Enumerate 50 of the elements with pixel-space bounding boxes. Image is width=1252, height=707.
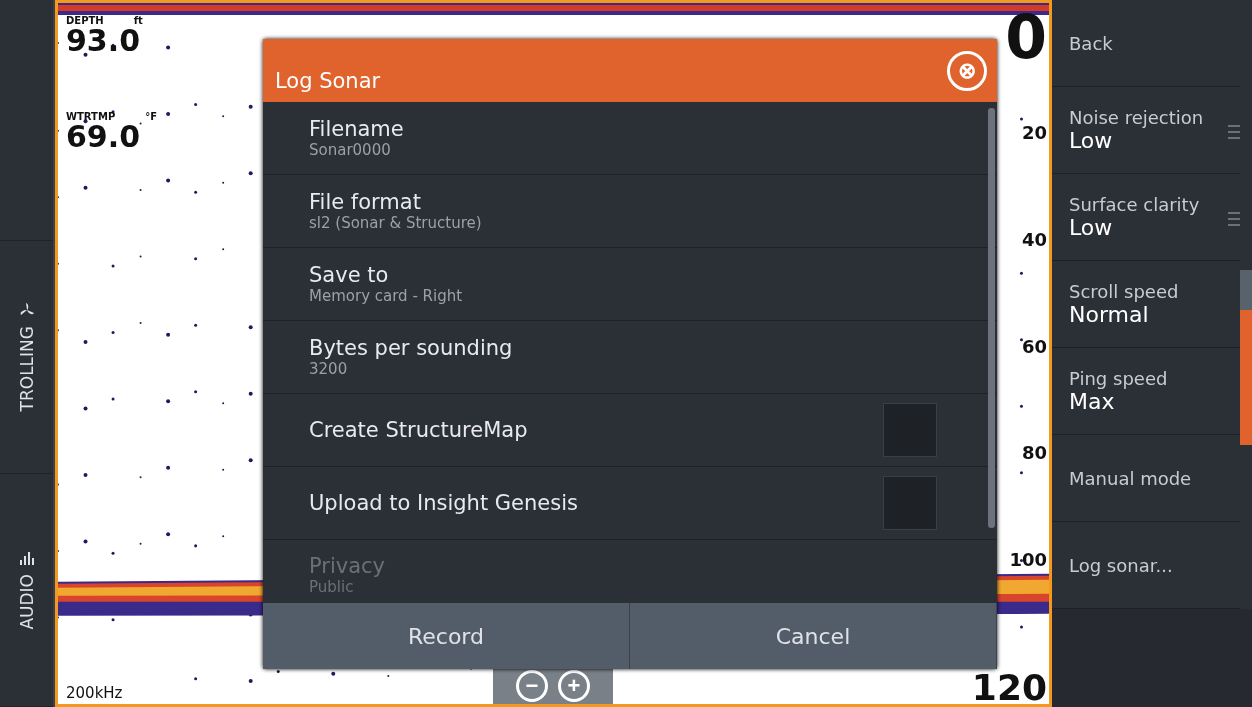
dialog-button[interactable]: Cancel — [630, 603, 997, 669]
depth-scale-label: 60 — [1021, 335, 1047, 356]
depth-scale-label: 120 — [971, 670, 1047, 704]
checkbox[interactable] — [883, 403, 937, 457]
menu-item[interactable]: Noise rejection Low — [1052, 87, 1240, 174]
checkbox[interactable] — [883, 476, 937, 530]
dialog-title: Log Sonar — [275, 68, 381, 93]
depth-label: DEPTH — [66, 15, 104, 26]
setting-label[interactable]: Filename — [309, 117, 937, 141]
mode-tab[interactable]: AUDIO — [0, 474, 53, 707]
menu-item-value: Max — [1069, 389, 1115, 414]
menu-item-label: Scroll speed — [1069, 281, 1179, 302]
setting-value: Public — [309, 577, 355, 596]
scrollbar[interactable] — [988, 108, 995, 528]
setting-label[interactable]: File format — [309, 190, 937, 214]
menu-item-label: Log sonar... — [1069, 554, 1174, 576]
depth-scale-label: 0 — [1005, 7, 1047, 67]
menu-item-value: Low — [1069, 128, 1113, 153]
setting-value: Memory card - Right — [309, 287, 464, 305]
menu-item-value: Normal — [1069, 302, 1149, 327]
dialog-button[interactable]: Record — [263, 603, 630, 669]
option-label: Create StructureMap — [309, 418, 528, 442]
frequency-label: 200kHz — [66, 684, 123, 702]
menu-item-label: Back — [1069, 32, 1114, 54]
menu-item[interactable]: Back — [1052, 0, 1240, 87]
depth-unit: ft — [133, 15, 143, 26]
water-temp-value: 69.0 — [66, 122, 142, 152]
mode-tab[interactable]: TROLLING — [0, 241, 53, 474]
audio-bars-icon — [18, 550, 35, 567]
water-temp-label: WTRTMP — [66, 111, 116, 122]
menu-item-label: Ping speed — [1069, 368, 1168, 389]
depth-scale-label: 80 — [1021, 441, 1047, 463]
menu-item[interactable]: Manual mode — [1052, 435, 1240, 522]
depth-scale-label: 40 — [1021, 228, 1047, 250]
water-temp-unit: °F — [145, 111, 158, 122]
setting-value: sl2 (Sonar & Structure) — [309, 214, 483, 232]
depth-scale-label: 100 — [1009, 548, 1047, 570]
setting-value: 3200 — [309, 360, 349, 378]
menu-item-label: Surface clarity — [1069, 194, 1200, 215]
menu-item-label: Noise rejection — [1069, 107, 1204, 128]
close-button[interactable]: ⊗ — [947, 50, 987, 91]
menu-item-value: Low — [1069, 215, 1113, 240]
menu-item-label: Manual mode — [1069, 467, 1193, 489]
option-label: Upload to Insight Genesis — [309, 491, 578, 515]
setting-label[interactable]: Save to — [309, 263, 937, 287]
setting-label[interactable]: Bytes per sounding — [309, 336, 937, 360]
setting-value: Sonar0000 — [309, 141, 392, 159]
depth-scale-label: 20 — [1021, 121, 1047, 143]
menu-item[interactable]: Surface clarity Low — [1052, 174, 1240, 261]
depth-value: 93.0 — [66, 26, 141, 56]
